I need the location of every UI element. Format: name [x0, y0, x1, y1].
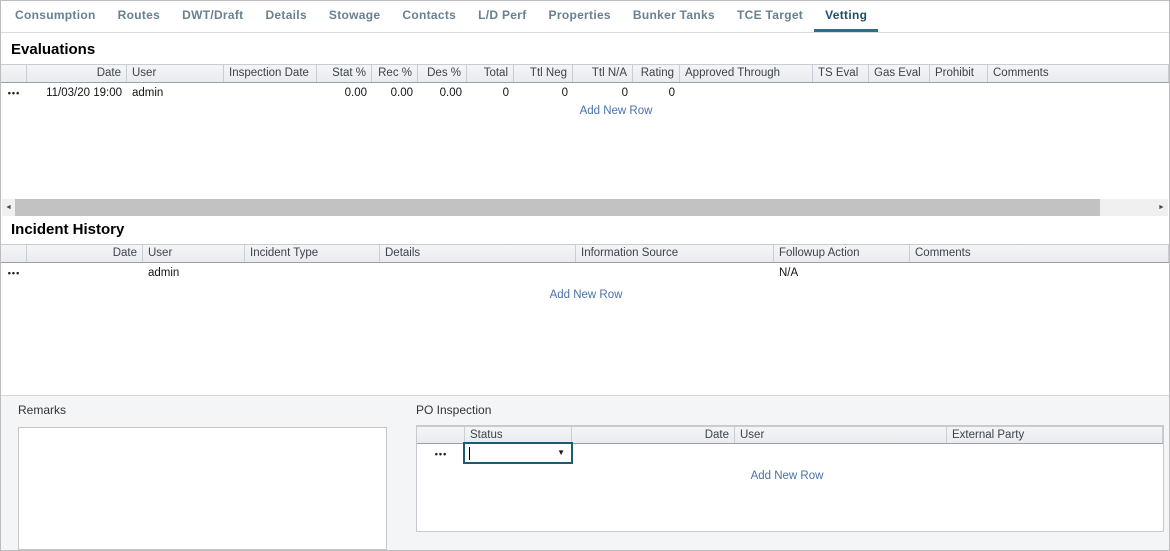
col-header-ttl-neg[interactable]: Ttl Neg [514, 65, 573, 82]
col-header-date[interactable]: Date [27, 65, 127, 82]
col-header-followup-action[interactable]: Followup Action [774, 245, 910, 262]
bottom-panel: Remarks PO Inspection Status Date User E… [1, 395, 1169, 550]
cell-date[interactable] [572, 444, 735, 468]
col-header-stat-pct[interactable]: Stat % [317, 65, 372, 82]
col-header-user[interactable]: User [735, 427, 947, 443]
col-header-date[interactable]: Date [572, 427, 735, 443]
cell-user[interactable]: admin [143, 263, 245, 284]
col-header-rating[interactable]: Rating [633, 65, 680, 82]
incident-history-add-new-row-link[interactable]: Add New Row [550, 289, 623, 301]
col-header-user[interactable]: User [127, 65, 224, 82]
tab-tce-target[interactable]: TCE Target [726, 1, 814, 32]
tab-consumption[interactable]: Consumption [4, 1, 107, 32]
evaluations-title: Evaluations [11, 41, 95, 58]
cell-approved-through[interactable] [680, 83, 813, 104]
remarks-textarea[interactable] [18, 427, 387, 550]
cell-ttl-neg[interactable]: 0 [514, 83, 573, 104]
horizontal-scrollbar[interactable]: ◄ ► [2, 199, 1168, 216]
cell-incident-type[interactable] [245, 263, 380, 284]
col-header-rec-pct[interactable]: Rec % [372, 65, 418, 82]
tab-bunker-tanks[interactable]: Bunker Tanks [622, 1, 726, 32]
col-header-approved-through[interactable]: Approved Through [680, 65, 813, 82]
cell-date[interactable]: 11/03/20 19:00 [27, 83, 127, 104]
cell-rec-pct[interactable]: 0.00 [372, 83, 418, 104]
po-inspection-add-new-row-link[interactable]: Add New Row [751, 470, 824, 482]
cell-user[interactable] [735, 444, 947, 468]
tab-dwt-draft[interactable]: DWT/Draft [171, 1, 254, 32]
col-header-date[interactable]: Date [27, 245, 143, 262]
col-header-ttl-na[interactable]: Ttl N/A [573, 65, 633, 82]
cell-ttl-na[interactable]: 0 [573, 83, 633, 104]
chevron-down-icon[interactable]: ▼ [557, 449, 565, 457]
remarks-label: Remarks [18, 403, 66, 417]
cell-external-party[interactable] [947, 444, 1163, 468]
col-header-external-party[interactable]: External Party [947, 427, 1163, 443]
col-header-details[interactable]: Details [380, 245, 576, 262]
tab-routes[interactable]: Routes [107, 1, 171, 32]
cell-comments[interactable] [910, 263, 1169, 284]
col-header-total[interactable]: Total [467, 65, 514, 82]
col-header-comments[interactable]: Comments [988, 65, 1169, 82]
status-dropdown[interactable]: ▼ [463, 442, 573, 464]
row-actions-button[interactable]: ••• [1, 83, 27, 104]
incident-history-table-row: ••• admin N/A [1, 263, 1169, 284]
col-header-actions [1, 245, 27, 262]
scroll-right-icon[interactable]: ► [1155, 199, 1168, 216]
col-header-information-source[interactable]: Information Source [576, 245, 774, 262]
text-cursor [469, 447, 470, 460]
col-header-incident-type[interactable]: Incident Type [245, 245, 380, 262]
cell-followup-action[interactable]: N/A [774, 263, 910, 284]
cell-ts-eval[interactable] [813, 83, 869, 104]
evaluations-add-new-row-link[interactable]: Add New Row [580, 105, 653, 117]
evaluations-table-row: ••• 11/03/20 19:00 admin 0.00 0.00 0.00 … [1, 83, 1169, 104]
incident-history-header-row: Date User Incident Type Details Informat… [1, 244, 1169, 263]
col-header-user[interactable]: User [143, 245, 245, 262]
vessel-vetting-window: Consumption Routes DWT/Draft Details Sto… [0, 0, 1170, 551]
tab-details[interactable]: Details [254, 1, 317, 32]
cell-stat-pct[interactable]: 0.00 [317, 83, 372, 104]
tab-vetting[interactable]: Vetting [814, 1, 878, 32]
incident-history-title: Incident History [11, 221, 124, 238]
row-actions-button[interactable]: ••• [1, 263, 27, 284]
cell-des-pct[interactable]: 0.00 [418, 83, 467, 104]
col-header-ts-eval[interactable]: TS Eval [813, 65, 869, 82]
col-header-actions [417, 427, 465, 443]
tab-properties[interactable]: Properties [538, 1, 622, 32]
cell-prohibit[interactable] [930, 83, 988, 104]
scrollbar-thumb[interactable] [15, 199, 1100, 216]
scroll-left-icon[interactable]: ◄ [2, 199, 15, 216]
cell-user[interactable]: admin [127, 83, 224, 104]
cell-gas-eval[interactable] [869, 83, 930, 104]
cell-inspection-date[interactable] [224, 83, 317, 104]
col-header-status[interactable]: Status [465, 427, 572, 443]
tab-bar: Consumption Routes DWT/Draft Details Sto… [1, 1, 1169, 33]
po-inspection-grid: Status Date User External Party ••• ▼ Ad… [416, 425, 1164, 532]
cell-date[interactable] [27, 263, 143, 284]
row-actions-button[interactable]: ••• [417, 444, 465, 468]
scrollbar-track[interactable] [15, 199, 1155, 216]
cell-total[interactable]: 0 [467, 83, 514, 104]
col-header-prohibit[interactable]: Prohibit [930, 65, 988, 82]
cell-comments[interactable] [988, 83, 1169, 104]
tab-contacts[interactable]: Contacts [391, 1, 467, 32]
col-header-comments[interactable]: Comments [910, 245, 1169, 262]
col-header-inspection-date[interactable]: Inspection Date [224, 65, 317, 82]
col-header-gas-eval[interactable]: Gas Eval [869, 65, 930, 82]
cell-information-source[interactable] [576, 263, 774, 284]
cell-details[interactable] [380, 263, 576, 284]
tab-stowage[interactable]: Stowage [318, 1, 391, 32]
po-inspection-label: PO Inspection [416, 403, 491, 417]
col-header-des-pct[interactable]: Des % [418, 65, 467, 82]
tab-ld-perf[interactable]: L/D Perf [467, 1, 537, 32]
col-header-actions [1, 65, 27, 82]
evaluations-header-row: Date User Inspection Date Stat % Rec % D… [1, 64, 1169, 83]
cell-rating[interactable]: 0 [633, 83, 680, 104]
